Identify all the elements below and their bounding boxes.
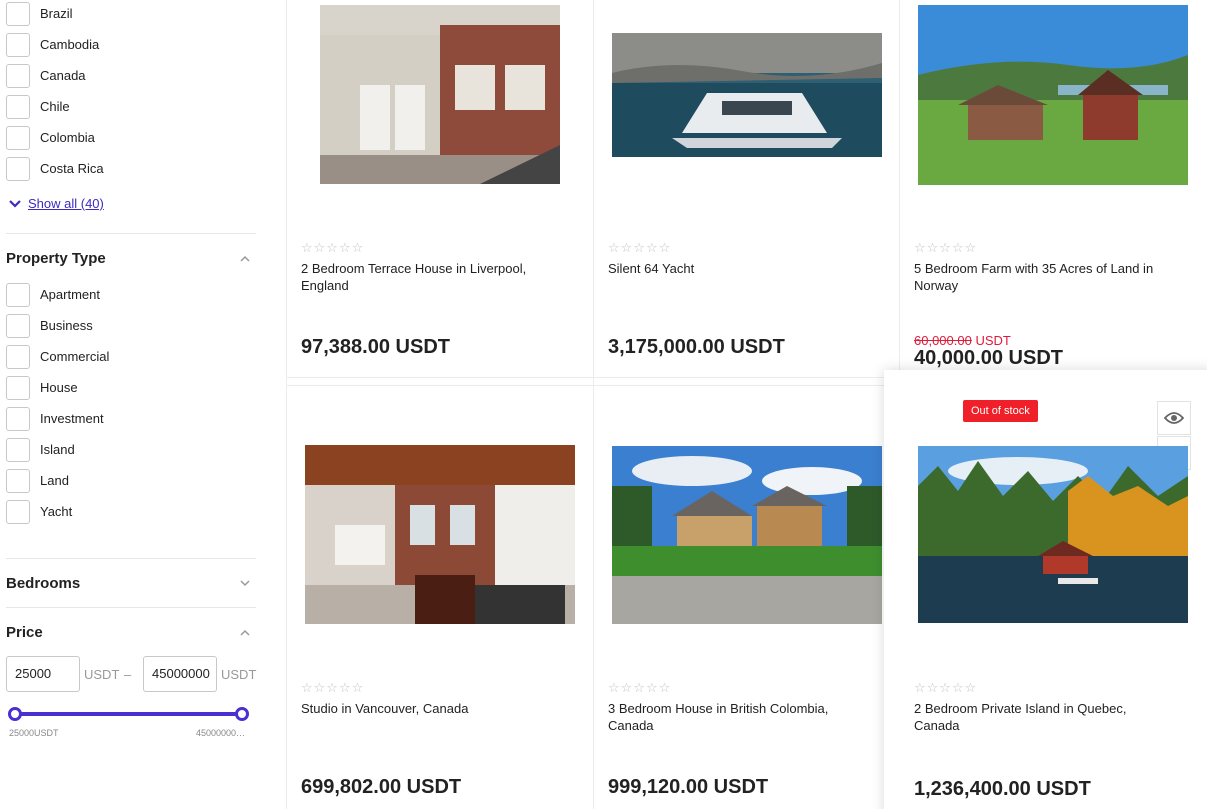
product-price: 699,802.00 USDT bbox=[301, 776, 462, 798]
filter-country-cambodia[interactable]: Cambodia bbox=[6, 33, 99, 57]
checkbox-label: Chile bbox=[40, 99, 70, 114]
product-title[interactable]: 2 Bedroom Private Island in Quebec, Cana… bbox=[914, 700, 1174, 734]
price-slider-max-caption: 45000000… bbox=[196, 728, 246, 738]
product-image[interactable] bbox=[918, 446, 1188, 623]
product-image[interactable] bbox=[305, 445, 575, 624]
checkbox-label: Yacht bbox=[40, 504, 73, 519]
product-title[interactable]: 2 Bedroom Terrace House in Liverpool, En… bbox=[301, 260, 561, 294]
product-title[interactable]: Studio in Vancouver, Canada bbox=[301, 700, 561, 717]
checkbox[interactable] bbox=[6, 283, 30, 307]
property-type-heading[interactable]: Property Type bbox=[6, 250, 106, 267]
checkbox-label: Land bbox=[40, 473, 69, 488]
divider bbox=[6, 607, 256, 608]
filter-type-commercial[interactable]: Commercial bbox=[6, 345, 109, 369]
product-title[interactable]: Silent 64 Yacht bbox=[608, 260, 868, 277]
product-price: 97,388.00 USDT bbox=[301, 336, 450, 358]
checkbox-label: Island bbox=[40, 442, 75, 457]
checkbox[interactable] bbox=[6, 438, 30, 462]
checkbox[interactable] bbox=[6, 33, 30, 57]
chevron-down-icon[interactable] bbox=[238, 576, 252, 590]
grid-divider bbox=[286, 385, 886, 386]
filter-type-land[interactable]: Land bbox=[6, 469, 69, 493]
eye-icon bbox=[1164, 412, 1184, 424]
checkbox[interactable] bbox=[6, 469, 30, 493]
checkbox-label: Colombia bbox=[40, 130, 95, 145]
filter-sidebar: Brazil Cambodia Canada Chile Colombia Co… bbox=[0, 0, 262, 809]
show-all-countries-link[interactable]: Show all (40) bbox=[8, 196, 104, 211]
price-max-unit: USDT bbox=[221, 667, 257, 682]
rating-stars: ☆☆☆☆☆ bbox=[608, 240, 672, 255]
product-title[interactable]: 3 Bedroom House in British Colombia, Can… bbox=[608, 700, 868, 734]
checkbox[interactable] bbox=[6, 2, 30, 26]
checkbox-label: Apartment bbox=[40, 287, 100, 302]
bedrooms-heading[interactable]: Bedrooms bbox=[6, 575, 80, 592]
show-all-label: Show all (40) bbox=[28, 196, 104, 211]
filter-type-yacht[interactable]: Yacht bbox=[6, 500, 72, 524]
filter-country-canada[interactable]: Canada bbox=[6, 64, 86, 88]
checkbox-label: Commercial bbox=[40, 349, 110, 364]
rating-stars: ☆☆☆☆☆ bbox=[608, 680, 672, 695]
grid-divider bbox=[286, 0, 287, 809]
filter-country-costa-rica[interactable]: Costa Rica bbox=[6, 157, 104, 181]
divider bbox=[6, 233, 256, 234]
filter-type-business[interactable]: Business bbox=[6, 314, 93, 338]
rating-stars: ☆☆☆☆☆ bbox=[301, 240, 365, 255]
price-slider-max-handle[interactable] bbox=[235, 707, 249, 721]
checkbox[interactable] bbox=[6, 64, 30, 88]
checkbox-label: Costa Rica bbox=[40, 161, 104, 176]
checkbox[interactable] bbox=[6, 157, 30, 181]
price-slider-min-handle[interactable] bbox=[8, 707, 22, 721]
chevron-up-icon[interactable] bbox=[238, 252, 252, 266]
product-image[interactable] bbox=[918, 5, 1188, 185]
rating-stars: ☆☆☆☆☆ bbox=[301, 680, 365, 695]
product-image[interactable] bbox=[612, 446, 882, 624]
checkbox[interactable] bbox=[6, 314, 30, 338]
checkbox[interactable] bbox=[6, 376, 30, 400]
chevron-up-icon[interactable] bbox=[238, 626, 252, 640]
filter-type-apartment[interactable]: Apartment bbox=[6, 283, 100, 307]
price-slider-min-caption: 25000USDT bbox=[9, 728, 59, 738]
checkbox-label: Canada bbox=[40, 68, 86, 83]
rating-stars: ☆☆☆☆☆ bbox=[914, 240, 978, 255]
checkbox-label: Investment bbox=[40, 411, 104, 426]
price-min-unit: USDT bbox=[84, 667, 120, 682]
filter-country-chile[interactable]: Chile bbox=[6, 95, 70, 119]
filter-type-investment[interactable]: Investment bbox=[6, 407, 104, 431]
divider bbox=[6, 558, 256, 559]
checkbox-label: Cambodia bbox=[40, 37, 100, 52]
price-heading[interactable]: Price bbox=[6, 624, 43, 641]
product-image[interactable] bbox=[612, 33, 882, 157]
product-price: 3,175,000.00 USDT bbox=[608, 336, 785, 358]
grid-divider bbox=[899, 0, 900, 378]
quick-view-button[interactable] bbox=[1157, 401, 1191, 435]
price-max-input[interactable]: 45000000 bbox=[143, 656, 217, 692]
filter-type-island[interactable]: Island bbox=[6, 438, 75, 462]
out-of-stock-badge: Out of stock bbox=[963, 400, 1038, 422]
checkbox[interactable] bbox=[6, 95, 30, 119]
filter-country-brazil[interactable]: Brazil bbox=[6, 2, 73, 26]
checkbox[interactable] bbox=[6, 126, 30, 150]
product-image[interactable] bbox=[320, 5, 560, 184]
old-price: 60,000.00 USDT bbox=[914, 333, 1011, 348]
rating-stars: ☆☆☆☆☆ bbox=[914, 680, 978, 695]
checkbox[interactable] bbox=[6, 345, 30, 369]
grid-divider bbox=[593, 0, 594, 809]
price-min-input[interactable]: 25000 bbox=[6, 656, 80, 692]
checkbox[interactable] bbox=[6, 407, 30, 431]
product-price: 40,000.00 USDT bbox=[914, 347, 1063, 369]
product-title[interactable]: 5 Bedroom Farm with 35 Acres of Land in … bbox=[914, 260, 1174, 294]
chevron-down-icon bbox=[9, 199, 21, 208]
checkbox-label: Brazil bbox=[40, 6, 73, 21]
checkbox-label: House bbox=[40, 380, 78, 395]
product-price: 1,236,400.00 USDT bbox=[914, 778, 1091, 800]
filter-type-house[interactable]: House bbox=[6, 376, 78, 400]
price-slider-track[interactable] bbox=[14, 712, 244, 716]
product-price: 999,120.00 USDT bbox=[608, 776, 769, 798]
checkbox[interactable] bbox=[6, 500, 30, 524]
price-separator: – bbox=[124, 667, 132, 682]
filter-country-colombia[interactable]: Colombia bbox=[6, 126, 95, 150]
checkbox-label: Business bbox=[40, 318, 93, 333]
